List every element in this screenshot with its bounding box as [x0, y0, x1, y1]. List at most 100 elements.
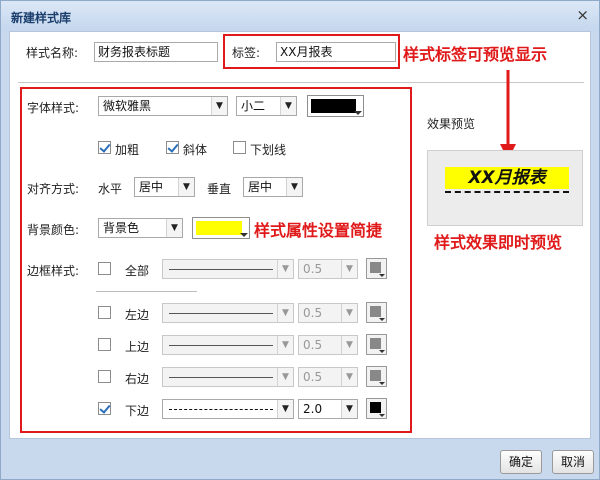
- border-top-style-select[interactable]: ▼: [162, 335, 294, 355]
- preview-underline: [445, 191, 569, 193]
- font-style-label: 字体样式:: [27, 101, 80, 115]
- chevron-down-icon: ▼: [277, 336, 293, 354]
- annotation-attr-setting: 样式属性设置简捷: [254, 221, 383, 240]
- dropdown-triangle-icon: [240, 233, 248, 237]
- border-top-color-picker[interactable]: [366, 334, 387, 355]
- border-divider: [96, 291, 197, 292]
- underline-checkbox[interactable]: [233, 141, 246, 154]
- preview-title: 效果预览: [427, 117, 476, 131]
- italic-checkbox[interactable]: [166, 141, 179, 154]
- border-right-color-swatch: [370, 370, 381, 381]
- line-style-sample: [169, 313, 273, 314]
- border-bottom-style-select[interactable]: ▼: [162, 399, 294, 419]
- annotation-instant-preview: 样式效果即时预览: [434, 233, 563, 252]
- border-bottom-width-select[interactable]: 2.0 ▼: [298, 399, 358, 419]
- tag-label: 标签:: [232, 46, 261, 60]
- background-color-picker[interactable]: [192, 217, 250, 239]
- border-all-color-swatch: [370, 262, 381, 273]
- border-right-width-value: 0.5: [303, 370, 323, 384]
- chevron-down-icon: ▼: [341, 368, 357, 386]
- font-color-swatch: [311, 99, 356, 113]
- border-style-label: 边框样式:: [27, 264, 80, 278]
- preview-box: XX月报表: [427, 150, 583, 226]
- border-all-checkbox[interactable]: [98, 262, 111, 275]
- background-color-label: 背景颜色:: [27, 223, 80, 237]
- chevron-down-icon: ▼: [178, 178, 194, 196]
- chevron-down-icon: ▼: [166, 219, 182, 237]
- border-left-style-select[interactable]: ▼: [162, 303, 294, 323]
- style-name-input[interactable]: 财务报表标题: [94, 42, 218, 62]
- vertical-align-select[interactable]: 居中 ▼: [243, 177, 303, 197]
- new-style-dialog: 新建样式库 × 样式名称: 财务报表标题 标签: XX月报表 样式标签可预览显示…: [0, 0, 600, 480]
- border-right-color-picker[interactable]: [366, 366, 387, 387]
- style-name-label: 样式名称:: [26, 46, 79, 60]
- line-style-sample: [169, 409, 273, 410]
- border-left-color-picker[interactable]: [366, 302, 387, 323]
- border-right-label: 右边: [125, 372, 150, 386]
- bold-label: 加粗: [115, 143, 140, 157]
- cancel-button[interactable]: 取消: [552, 450, 595, 474]
- border-bottom-checkbox[interactable]: [98, 402, 111, 415]
- dropdown-triangle-icon: [379, 274, 385, 277]
- border-left-checkbox[interactable]: [98, 306, 111, 319]
- border-bottom-color-swatch: [370, 402, 381, 413]
- border-right-width-select[interactable]: 0.5 ▼: [298, 367, 358, 387]
- alignment-label: 对齐方式:: [27, 182, 80, 196]
- line-style-sample: [169, 269, 273, 270]
- border-left-width-value: 0.5: [303, 306, 323, 320]
- font-family-select[interactable]: 微软雅黑 ▼: [98, 96, 228, 116]
- border-all-style-select[interactable]: ▼: [162, 259, 294, 279]
- dropdown-triangle-icon: [354, 111, 362, 115]
- background-type-select[interactable]: 背景色 ▼: [98, 218, 183, 238]
- bold-checkbox[interactable]: [98, 141, 111, 154]
- background-type-value: 背景色: [103, 221, 140, 235]
- chevron-down-icon: ▼: [286, 178, 302, 196]
- chevron-down-icon: ▼: [277, 260, 293, 278]
- border-all-width-select[interactable]: 0.5 ▼: [298, 259, 358, 279]
- border-left-color-swatch: [370, 306, 381, 317]
- chevron-down-icon: ▼: [277, 400, 293, 418]
- down-arrow-icon: [500, 70, 516, 160]
- background-color-swatch: [196, 221, 242, 235]
- border-all-label: 全部: [125, 264, 150, 278]
- border-left-label: 左边: [125, 308, 150, 322]
- chevron-down-icon: ▼: [341, 400, 357, 418]
- border-top-width-select[interactable]: 0.5 ▼: [298, 335, 358, 355]
- border-top-width-value: 0.5: [303, 338, 323, 352]
- horizontal-align-select[interactable]: 居中 ▼: [134, 177, 195, 197]
- dialog-title: 新建样式库: [11, 11, 72, 25]
- border-top-color-swatch: [370, 338, 381, 349]
- dropdown-triangle-icon: [379, 350, 385, 353]
- border-right-style-select[interactable]: ▼: [162, 367, 294, 387]
- line-style-sample: [169, 377, 273, 378]
- font-size-value: 小二: [241, 99, 266, 113]
- border-bottom-width-value: 2.0: [303, 402, 323, 416]
- chevron-down-icon: ▼: [341, 260, 357, 278]
- underline-label: 下划线: [250, 143, 287, 157]
- dropdown-triangle-icon: [379, 414, 385, 417]
- border-all-width-value: 0.5: [303, 262, 323, 276]
- border-top-label: 上边: [125, 340, 150, 354]
- dropdown-triangle-icon: [379, 318, 385, 321]
- ok-button[interactable]: 确定: [500, 450, 543, 474]
- chevron-down-icon: ▼: [341, 336, 357, 354]
- horizontal-label: 水平: [98, 182, 123, 196]
- tag-input[interactable]: XX月报表: [276, 42, 396, 62]
- border-right-checkbox[interactable]: [98, 370, 111, 383]
- font-size-select[interactable]: 小二 ▼: [236, 96, 297, 116]
- line-style-sample: [169, 345, 273, 346]
- font-color-picker[interactable]: [307, 95, 364, 117]
- chevron-down-icon: ▼: [280, 97, 296, 115]
- border-bottom-color-picker[interactable]: [366, 398, 387, 419]
- chevron-down-icon: ▼: [277, 368, 293, 386]
- title-bar[interactable]: 新建样式库 ×: [1, 1, 599, 31]
- chevron-down-icon: ▼: [277, 304, 293, 322]
- horizontal-align-value: 居中: [139, 180, 164, 194]
- close-icon[interactable]: ×: [576, 7, 589, 23]
- border-left-width-select[interactable]: 0.5 ▼: [298, 303, 358, 323]
- annotation-tag-preview: 样式标签可预览显示: [403, 45, 548, 64]
- border-top-checkbox[interactable]: [98, 338, 111, 351]
- chevron-down-icon: ▼: [211, 97, 227, 115]
- preview-text: XX月报表: [445, 167, 569, 189]
- border-all-color-picker[interactable]: [366, 258, 387, 279]
